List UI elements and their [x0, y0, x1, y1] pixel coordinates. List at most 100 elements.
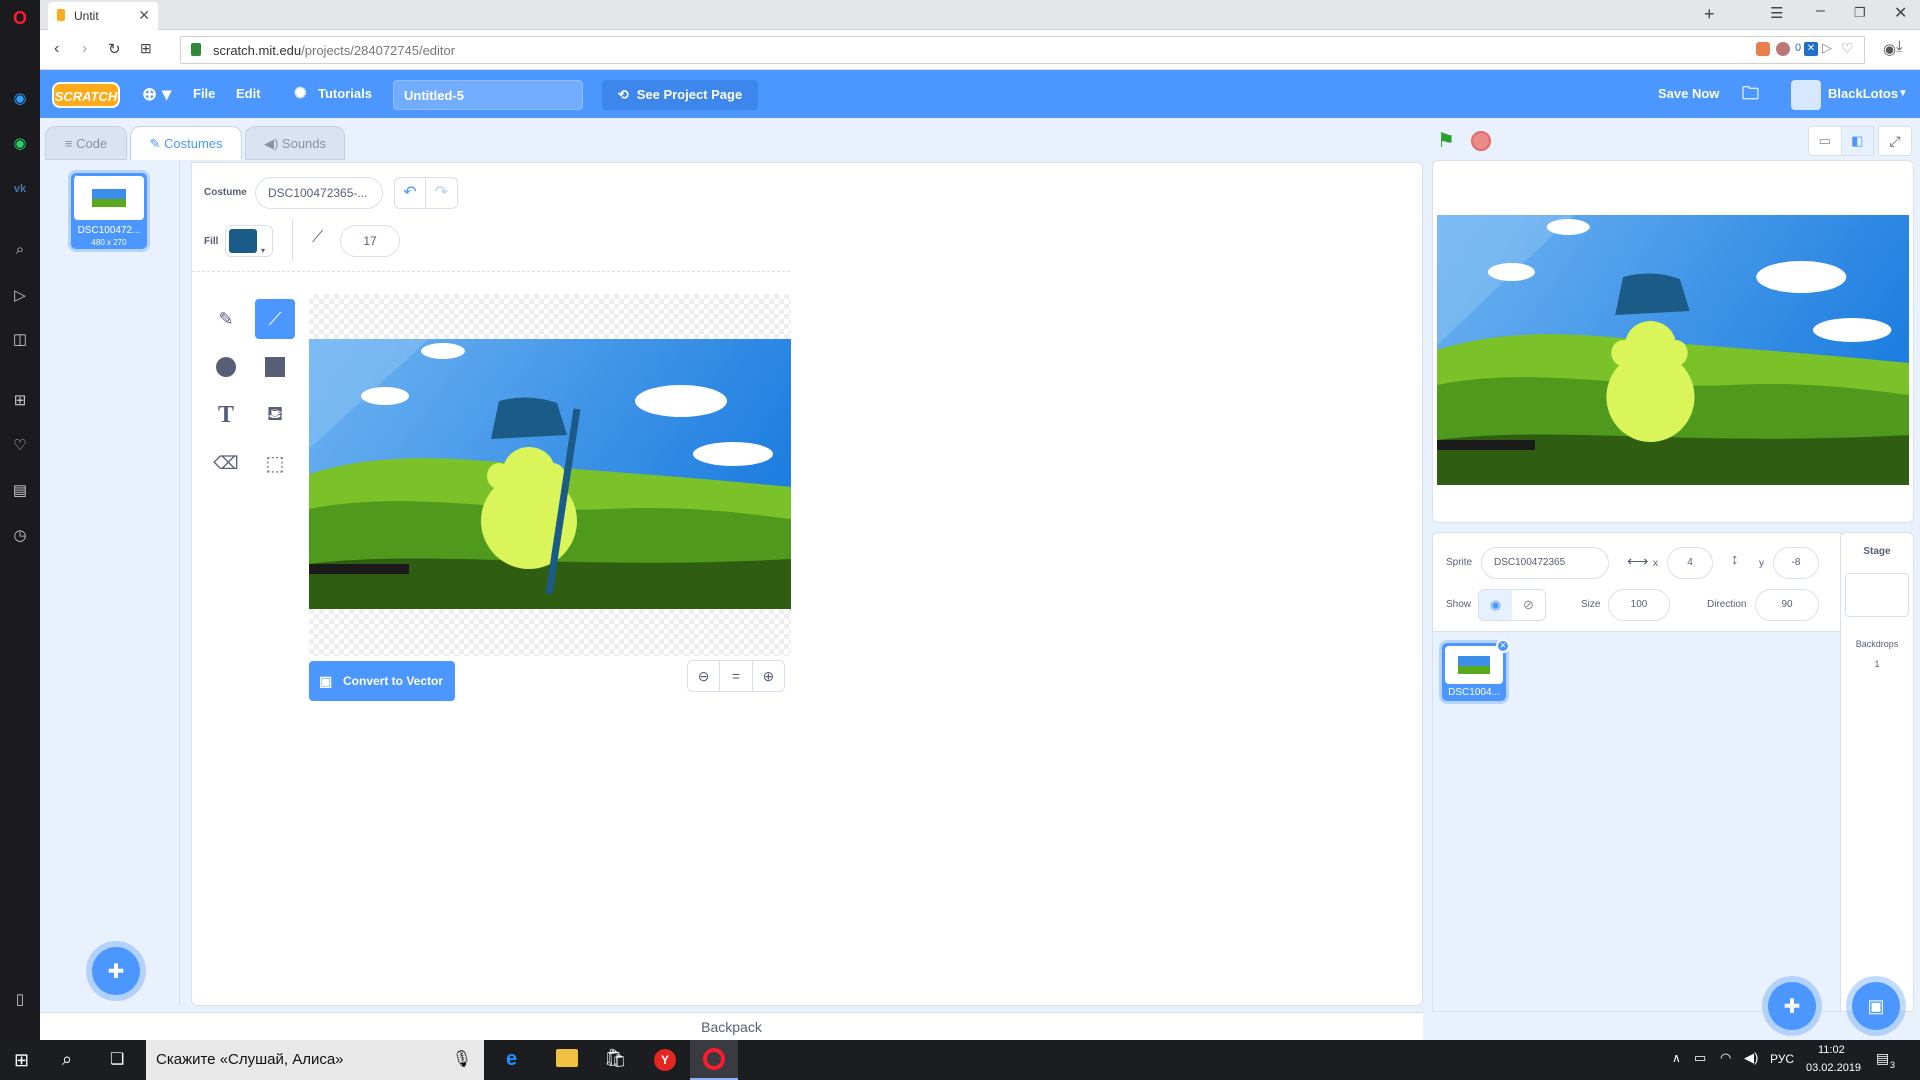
- direction-input[interactable]: 90: [1755, 589, 1819, 621]
- microphone-icon[interactable]: 🎙: [452, 1040, 472, 1080]
- history-icon[interactable]: ◷: [10, 526, 30, 546]
- fill-color-picker[interactable]: ▾: [225, 225, 273, 257]
- forward-icon[interactable]: ›: [82, 40, 87, 58]
- clock-date[interactable]: 03.02.2019: [1806, 1062, 1861, 1074]
- task-view-icon[interactable]: ❏: [110, 1049, 124, 1069]
- large-stage-icon[interactable]: ◧: [1841, 127, 1873, 155]
- stage[interactable]: [1432, 160, 1914, 523]
- whatsapp-icon[interactable]: ◉: [10, 134, 30, 154]
- choose-costume-button[interactable]: ✚: [92, 947, 140, 995]
- brush-size-input[interactable]: 17: [340, 225, 400, 257]
- brush-tool[interactable]: ✎: [206, 299, 246, 339]
- size-input[interactable]: 100: [1608, 589, 1670, 621]
- store-icon[interactable]: 🛍: [604, 1048, 627, 1069]
- windows-start-icon[interactable]: ⊞: [14, 1050, 29, 1071]
- clock-time[interactable]: 11:02: [1818, 1044, 1845, 1056]
- account-dropdown-icon[interactable]: ▼: [1898, 70, 1908, 118]
- sprite-name-input[interactable]: DSC100472365: [1481, 547, 1609, 579]
- opera-logo-icon[interactable]: O: [10, 8, 30, 28]
- rectangle-tool[interactable]: [255, 347, 295, 387]
- username[interactable]: BlackLotos: [1828, 70, 1898, 118]
- costume-name-input[interactable]: DSC100472365-...: [255, 177, 383, 209]
- vpn-icon[interactable]: ◉: [1883, 40, 1896, 58]
- tutorials-button[interactable]: Tutorials: [318, 70, 372, 118]
- stop-icon[interactable]: [1471, 131, 1491, 151]
- news-icon[interactable]: ▤: [10, 481, 30, 501]
- zoom-in-icon[interactable]: ⊕: [753, 661, 784, 691]
- tab-sounds[interactable]: ◀) Sounds: [245, 126, 345, 160]
- redo-icon[interactable]: ↷: [426, 178, 457, 208]
- costume-tile[interactable]: 1 DSC100472... 480 x 270: [68, 170, 150, 252]
- tab-costumes[interactable]: ✎ Costumes: [130, 126, 242, 160]
- small-stage-icon[interactable]: ▭: [1809, 127, 1842, 155]
- see-project-page-button[interactable]: ⟲ See Project Page: [602, 80, 758, 110]
- input-language[interactable]: РУС: [1770, 1052, 1794, 1066]
- minimize-icon[interactable]: –: [1816, 2, 1825, 20]
- save-now-button[interactable]: Save Now: [1658, 70, 1719, 118]
- volume-icon[interactable]: ◀): [1744, 1050, 1758, 1066]
- bookmark-heart-icon[interactable]: ♡: [1841, 40, 1854, 57]
- send-icon[interactable]: ▷: [10, 286, 30, 306]
- close-tab-icon[interactable]: ✕: [138, 7, 150, 24]
- fill-tool[interactable]: ⛾: [255, 395, 295, 435]
- text-tool[interactable]: T: [206, 395, 246, 435]
- choose-backdrop-button[interactable]: ▣: [1852, 982, 1900, 1030]
- restore-icon[interactable]: ❐: [1854, 5, 1866, 21]
- reload-icon[interactable]: ↻: [108, 40, 121, 58]
- tray-expand-icon[interactable]: ∧: [1672, 1051, 1681, 1065]
- project-title-input[interactable]: Untitled-5: [393, 80, 583, 110]
- vk-icon[interactable]: vk: [10, 179, 30, 199]
- sidebar-toggle-icon[interactable]: ▯: [10, 990, 30, 1010]
- window-close-icon[interactable]: ✕: [1894, 3, 1907, 23]
- sprite-tile[interactable]: ✕ DSC1004...: [1439, 639, 1510, 704]
- file-explorer-icon[interactable]: [556, 1049, 578, 1067]
- tab-menu-icon[interactable]: ☰: [1770, 4, 1783, 22]
- send-page-icon[interactable]: ▷: [1822, 40, 1832, 56]
- tab-code[interactable]: ≡ Code: [45, 126, 127, 160]
- hide-eye-icon[interactable]: ⊘: [1512, 590, 1545, 620]
- my-stuff-folder-icon[interactable]: 🗀: [1742, 70, 1759, 118]
- browser-tab[interactable]: Untit ✕: [48, 2, 158, 30]
- new-tab-icon[interactable]: +: [1704, 4, 1715, 25]
- language-globe-icon[interactable]: ⊕ ▾: [142, 70, 171, 118]
- speed-dial-button-icon[interactable]: ⊞: [140, 40, 152, 57]
- alice-search-box[interactable]: Скажите «Слушай, Алиса» 🎙: [146, 1040, 484, 1080]
- battery-icon[interactable]: ▭: [1694, 1050, 1706, 1066]
- circle-tool[interactable]: [206, 347, 246, 387]
- eraser-tool[interactable]: ⌫: [206, 443, 246, 483]
- user-avatar[interactable]: [1791, 80, 1821, 110]
- scratch-logo[interactable]: SCRATCH: [52, 82, 120, 108]
- choose-sprite-button[interactable]: ✚: [1768, 982, 1816, 1030]
- show-eye-icon[interactable]: ◉: [1479, 590, 1512, 620]
- search-icon[interactable]: ⌕: [10, 240, 30, 260]
- messenger-icon[interactable]: ◉: [10, 89, 30, 109]
- fullscreen-icon[interactable]: ⤢: [1878, 126, 1912, 156]
- delete-sprite-icon[interactable]: ✕: [1496, 639, 1510, 653]
- extension-2-icon[interactable]: [1776, 42, 1790, 56]
- zoom-reset-button[interactable]: =: [720, 661, 753, 691]
- x-input[interactable]: 4: [1667, 547, 1713, 579]
- wifi-icon[interactable]: ◠: [1720, 1050, 1731, 1066]
- adblock-icon[interactable]: ✕: [1804, 42, 1818, 56]
- select-tool[interactable]: ⬚: [255, 443, 295, 483]
- heart-icon[interactable]: ♡: [10, 436, 30, 456]
- green-flag-icon[interactable]: ⚑: [1437, 128, 1455, 153]
- zoom-out-icon[interactable]: ⊖: [688, 661, 721, 691]
- notifications-icon[interactable]: ▤: [1876, 1050, 1889, 1067]
- paint-canvas[interactable]: [309, 294, 791, 656]
- camera-icon[interactable]: ◫: [10, 330, 30, 350]
- stage-thumbnail[interactable]: [1845, 573, 1909, 617]
- file-menu[interactable]: File: [193, 70, 215, 118]
- line-tool[interactable]: ⟋: [255, 299, 295, 339]
- yandex-icon[interactable]: Y: [654, 1049, 676, 1071]
- y-input[interactable]: -8: [1773, 547, 1819, 579]
- convert-to-vector-button[interactable]: ▣ Convert to Vector: [309, 661, 455, 701]
- url-field[interactable]: scratch.mit.edu/projects/284072745/edito…: [180, 36, 1865, 64]
- backpack-bar[interactable]: Backpack: [40, 1012, 1423, 1040]
- back-icon[interactable]: ‹: [54, 40, 59, 58]
- speed-dial-icon[interactable]: ⊞: [10, 391, 30, 411]
- download-icon[interactable]: ⤓: [1896, 38, 1903, 55]
- edge-icon[interactable]: e: [506, 1048, 517, 1071]
- extension-icon[interactable]: [1756, 42, 1770, 56]
- undo-icon[interactable]: ↶: [395, 178, 427, 208]
